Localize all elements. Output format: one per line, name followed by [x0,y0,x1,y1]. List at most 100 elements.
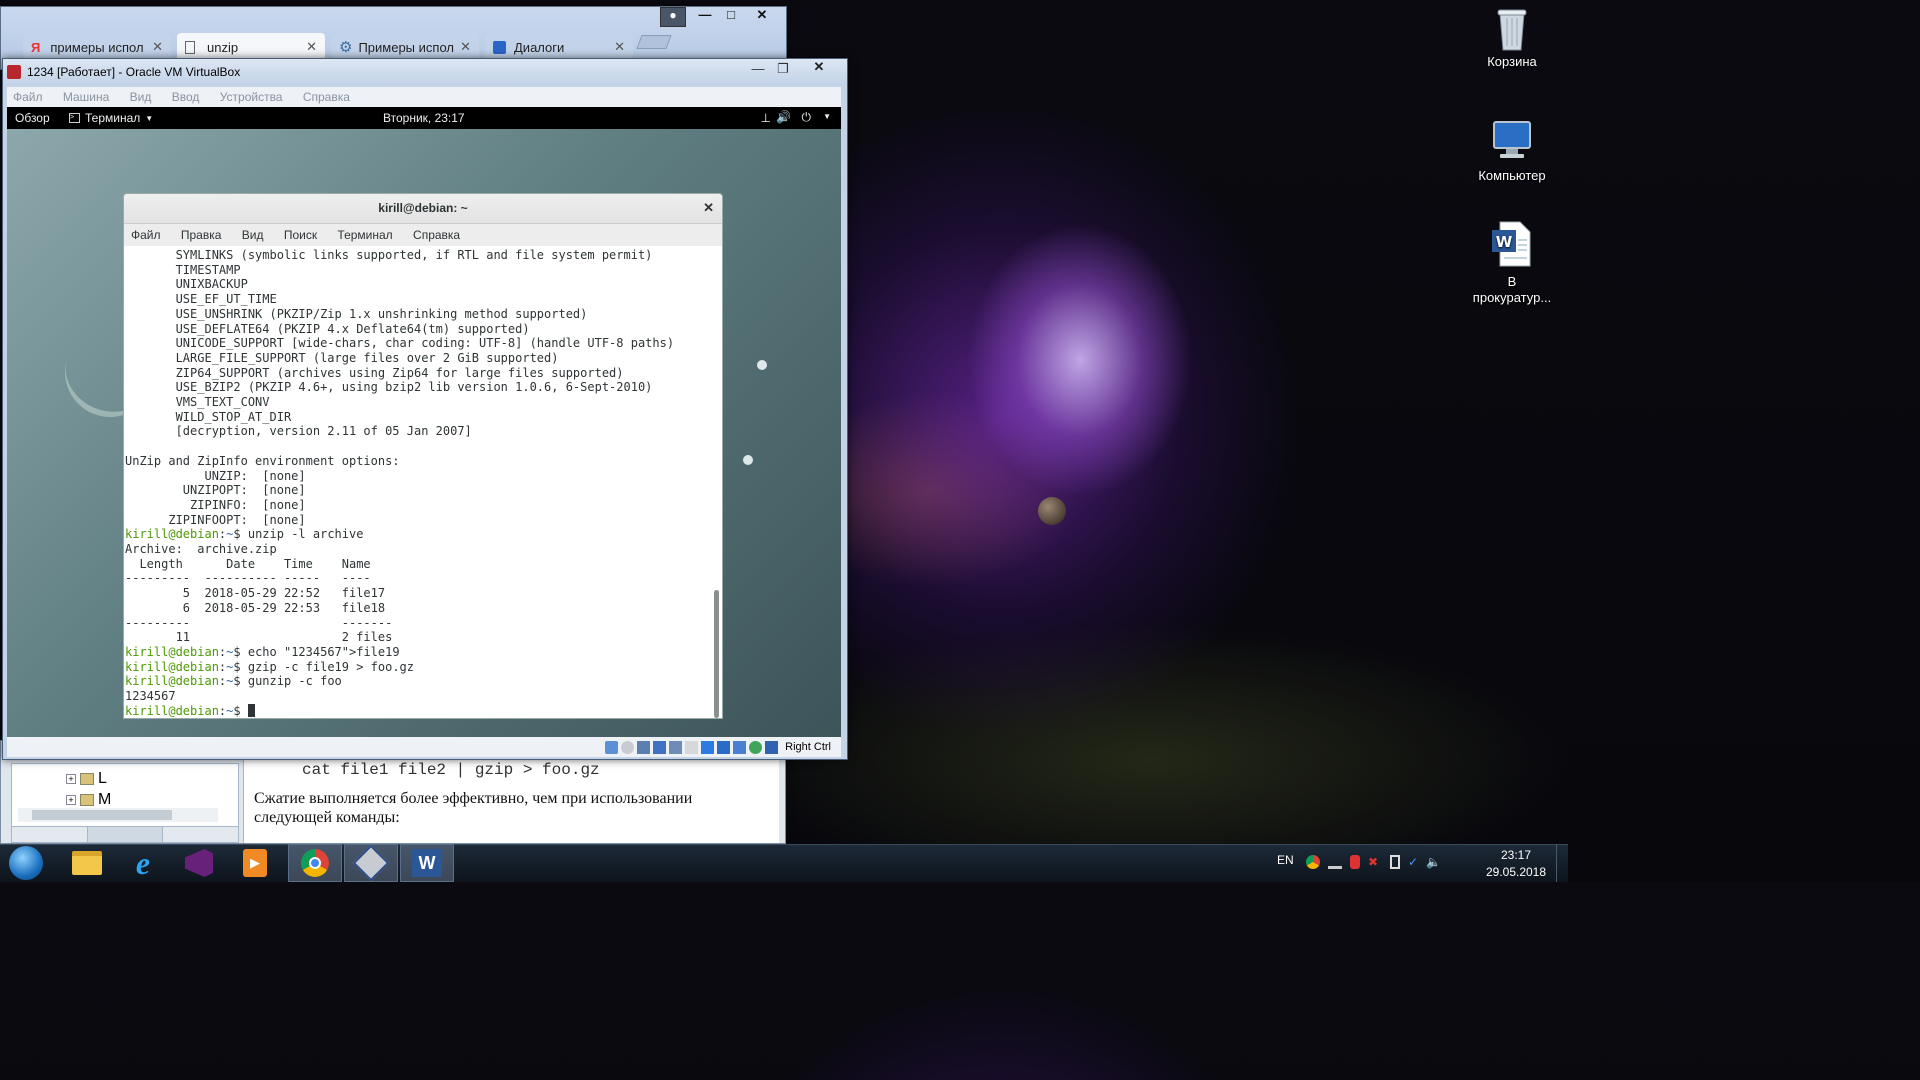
browser-tab-2[interactable]: unzip ✕ [177,33,325,61]
menu-input[interactable]: Ввод [172,90,200,104]
start-button[interactable] [0,844,52,882]
antivirus-icon[interactable] [1350,855,1360,869]
volume-muted-icon[interactable]: 🔈 [1426,855,1441,869]
browser-tab-4[interactable]: Диалоги ✕ [485,33,633,61]
terminal-menu-help[interactable]: Справка [413,228,460,242]
terminal-menu-edit[interactable]: Правка [181,228,222,242]
terminal-output[interactable]: SYMLINKS (symbolic links supported, if R… [124,248,714,718]
chevron-down-icon: ▼ [145,113,154,123]
restore-button[interactable]: ❐ [771,61,795,79]
close-tab-icon[interactable]: ✕ [460,39,471,55]
terminal-menu-terminal[interactable]: Терминал [337,228,392,242]
prompt-user: kirill@debian [125,644,219,659]
video-capture-icon[interactable] [717,740,731,754]
language-indicator[interactable]: EN [1277,853,1294,867]
terminal-output-line: VMS_TEXT_CONV [125,395,270,410]
usb-icon[interactable] [669,740,683,754]
profile-icon[interactable]: ● [660,7,686,27]
taskbar-word[interactable]: W [400,844,454,882]
terminal-output-line: Length Date Time Name [125,556,371,571]
close-button[interactable]: ✕ [797,59,841,77]
terminal-cursor [247,703,255,717]
menu-view[interactable]: Вид [130,90,152,104]
window-title: 1234 [Работает] - Oracle VM VirtualBox [27,65,241,79]
tree-item-m[interactable]: + M [66,791,111,809]
tools-icon[interactable]: ✖ [1368,855,1382,869]
terminal-scrollbar[interactable] [714,590,719,718]
virtualbox-window[interactable]: 1234 [Работает] - Oracle VM VirtualBox —… [2,58,848,760]
terminal-output-line: 1234567 [125,689,176,704]
minimize-button[interactable]: — [745,61,771,79]
expand-icon[interactable]: + [66,774,76,784]
shared-folders-icon[interactable] [685,740,699,754]
expand-icon[interactable]: + [66,795,76,805]
hard-disk-icon[interactable] [605,740,619,754]
audio-icon[interactable] [637,740,651,754]
app-menu[interactable]: > Терминал ▼ [69,111,153,125]
recycle-bin-icon [1490,4,1534,51]
prompt-symbol: $ [233,703,248,718]
terminal-window[interactable]: kirill@debian: ~ ✕ Файл Правка Вид Поиск… [123,193,723,719]
optical-drive-icon[interactable] [621,740,635,754]
taskbar-ie[interactable]: e [116,844,170,882]
guest-screen[interactable]: Обзор > Терминал ▼ Вторник, 23:17 ⊥ 🔊 ⏻ … [7,107,841,737]
close-button[interactable]: ✕ [744,7,780,27]
menu-help[interactable]: Справка [303,90,350,104]
desktop-icon-computer[interactable]: Компьютер [1469,118,1555,183]
planet-decoration [1038,497,1066,525]
tree-item-l[interactable]: + L [66,770,107,788]
minimize-button[interactable]: — [692,7,718,27]
media-player-icon: ▶ [243,849,267,877]
system-menu-chevron-icon[interactable]: ▼ [823,112,831,121]
keyboard-capture-icon[interactable] [765,740,779,754]
bluetooth-icon[interactable]: ✓ [1408,855,1418,869]
taskbar-chrome[interactable] [288,844,342,882]
terminal-menu-view[interactable]: Вид [242,228,264,242]
battery-icon[interactable] [1390,855,1400,869]
taskbar-explorer[interactable] [60,844,114,882]
menu-devices[interactable]: Устройства [220,90,283,104]
terminal-output-line: TIMESTAMP [125,262,241,277]
document-navigation-pane: + L + M [11,763,239,843]
ie-icon: e [135,844,151,881]
terminal-output-line: ZIPINFOOPT: [none] [125,512,306,527]
scrollbar-thumb[interactable] [32,810,172,820]
pane-tab-pages[interactable] [12,827,88,842]
close-tab-icon[interactable]: ✕ [152,39,163,55]
menu-file[interactable]: Файл [13,90,43,104]
browser-tab-3[interactable]: ⚙ Примеры испол ✕ [331,33,479,61]
display-icon[interactable] [701,740,715,754]
taskbar-clock[interactable]: 23:17 29.05.2018 [1484,847,1548,881]
terminal-menu-file[interactable]: Файл [131,228,161,242]
clock[interactable]: Вторник, 23:17 [383,111,465,125]
activities-button[interactable]: Обзор [15,111,50,125]
close-icon[interactable]: ✕ [703,194,714,222]
network-adapter-icon[interactable] [653,740,667,754]
signal-icon[interactable] [1328,855,1342,869]
horizontal-scrollbar[interactable] [18,808,218,822]
chrome-tray-icon[interactable] [1306,855,1320,869]
terminal-menu-search[interactable]: Поиск [284,228,317,242]
show-desktop-button[interactable] [1556,844,1568,882]
menu-machine[interactable]: Машина [63,90,109,104]
desktop-icon-label: В прокуратур... [1472,274,1552,305]
terminal-prompt-line: kirill@debian:~$ [125,703,714,718]
desktop-icon-recycle-bin[interactable]: Корзина [1469,4,1555,69]
browser-tab-1[interactable]: Я примеры испол ✕ [23,33,171,61]
page-icon [185,40,195,54]
cpu-icon[interactable] [733,740,747,754]
terminal-output-line: UnZip and ZipInfo environment options: [125,453,400,468]
taskbar-media-player[interactable]: ▶ [228,844,282,882]
pane-tab-thumbnails[interactable] [87,827,164,842]
guest-additions-icon[interactable] [749,740,763,754]
taskbar-virtualbox[interactable] [344,844,398,882]
pane-tabs [12,826,238,842]
prompt-symbol: $ [233,659,248,674]
close-tab-icon[interactable]: ✕ [614,39,625,55]
taskbar-visual-studio[interactable] [172,844,226,882]
pane-tab-search[interactable] [163,827,238,842]
close-tab-icon[interactable]: ✕ [306,39,317,55]
desktop-icon-word-document[interactable]: W В прокуратур... [1469,220,1555,306]
maximize-button[interactable]: □ [718,7,744,27]
new-tab-button[interactable] [636,35,672,49]
